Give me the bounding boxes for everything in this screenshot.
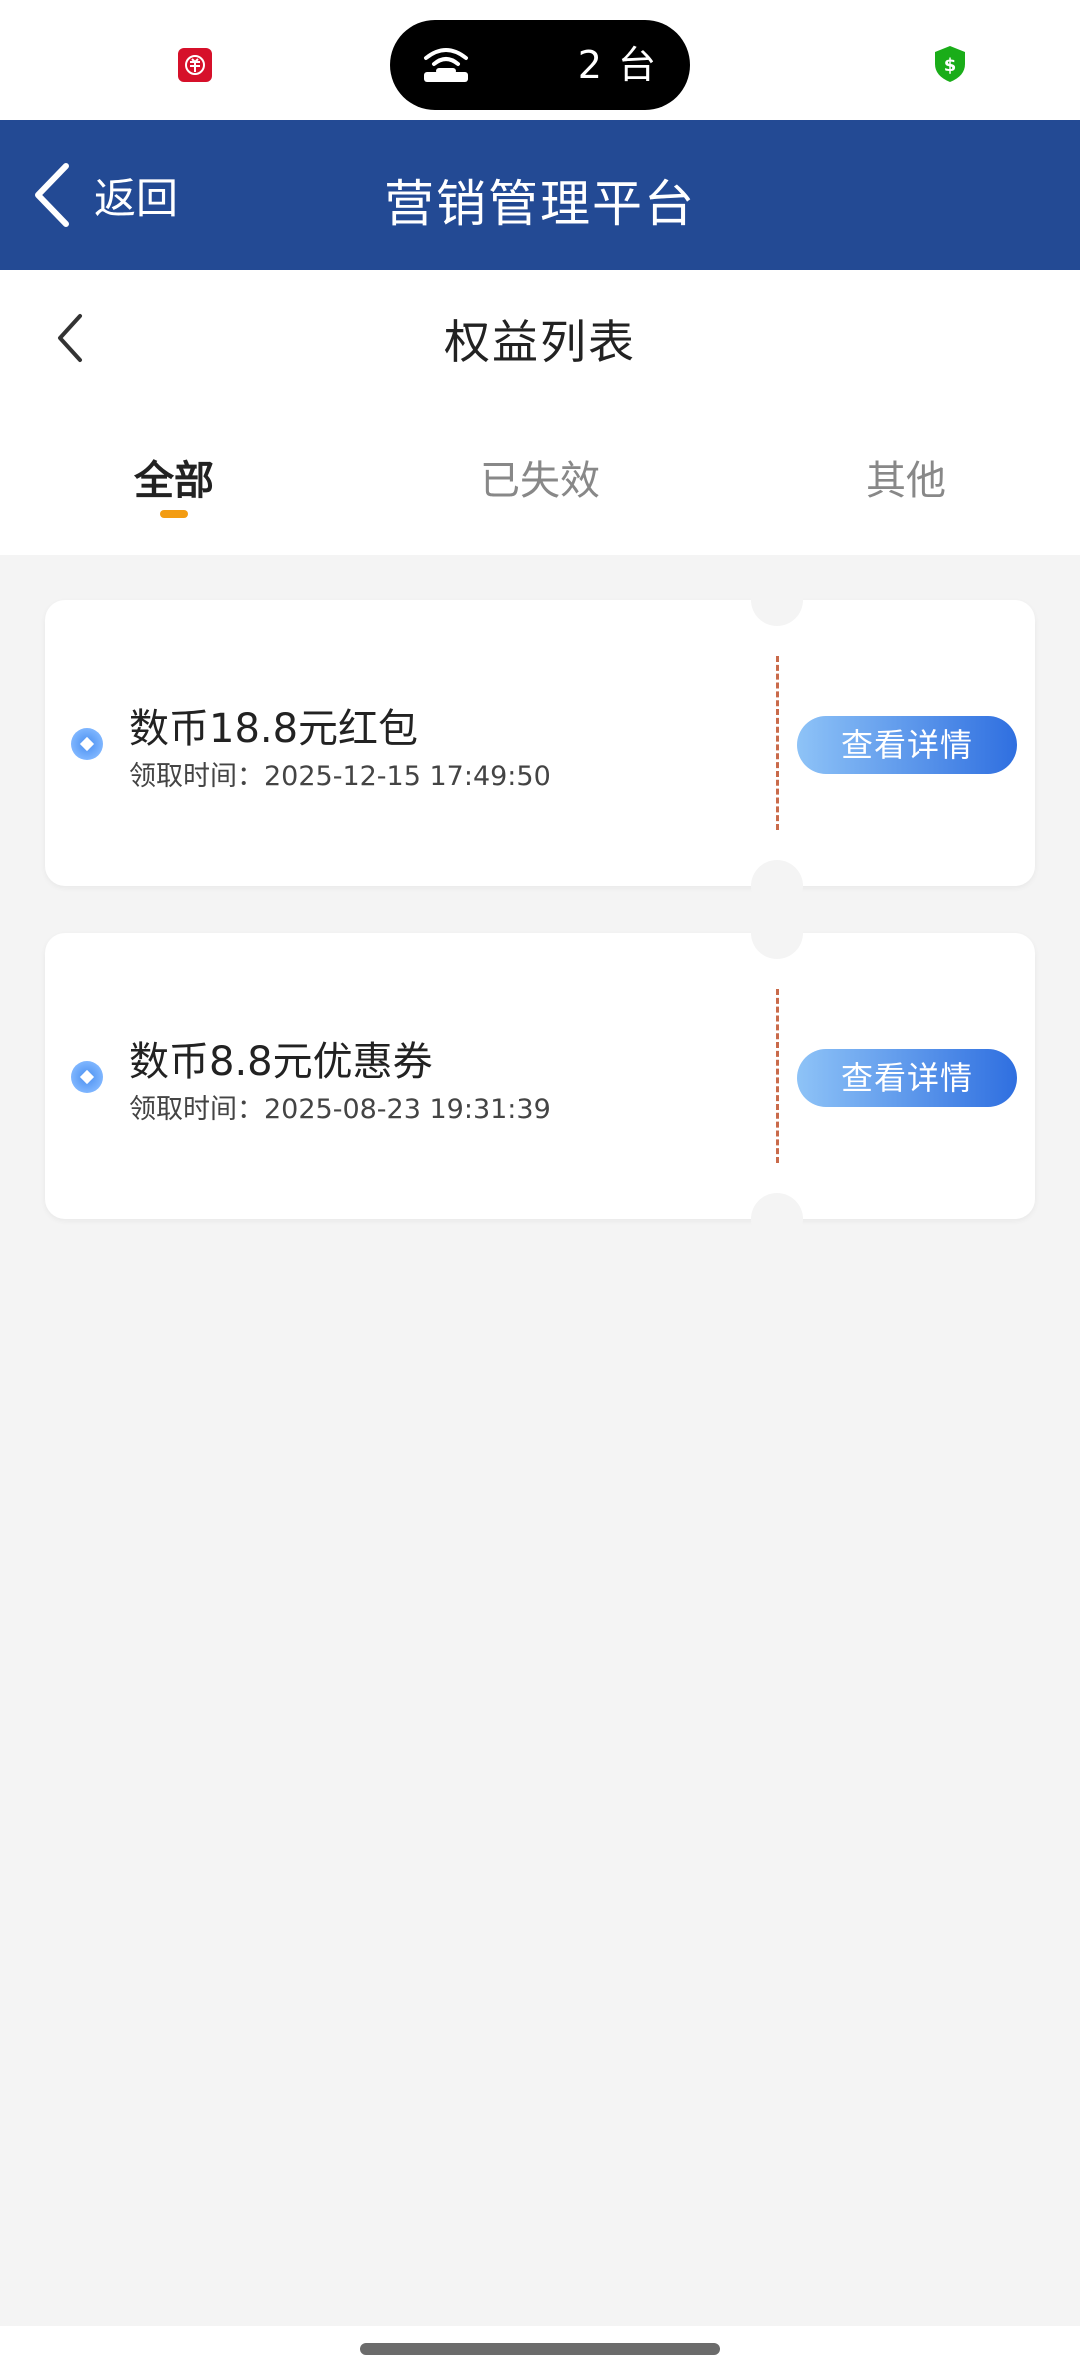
view-details-button[interactable]: 查看详情: [797, 1049, 1017, 1107]
benefit-time: 领取时间：2025-12-15 17:49:50: [129, 761, 551, 792]
benefit-title: 数币8.8元优惠券: [129, 1039, 433, 1085]
screen: 2 台 $ 返回 营销管理平台 权益列表 全部 已失效 其他 数币18.8元红包: [0, 0, 1080, 2376]
tab-all[interactable]: 全部: [54, 448, 294, 506]
tab-expired[interactable]: 已失效: [420, 448, 660, 506]
coin-bullet-icon: [71, 1061, 103, 1093]
wifi-bed-icon: [424, 48, 468, 82]
benefit-card: 数币8.8元优惠券 领取时间：2025-08-23 19:31:39 查看详情: [45, 907, 1035, 1245]
dashed-divider: [776, 989, 779, 1163]
active-tab-indicator: [160, 510, 188, 518]
page-title: 权益列表: [444, 315, 636, 369]
ticket-notch: [751, 1193, 803, 1245]
tab-other[interactable]: 其他: [786, 448, 1026, 506]
benefit-card: 数币18.8元红包 领取时间：2025-12-15 17:49:50 查看详情: [45, 574, 1035, 912]
digital-rmb-icon: [178, 48, 212, 82]
view-details-button[interactable]: 查看详情: [797, 716, 1017, 774]
page-header: 权益列表 全部 已失效 其他: [0, 270, 1080, 555]
security-shield-dollar-icon: $: [935, 46, 965, 82]
status-bar: 2 台 $: [0, 0, 1080, 120]
home-indicator[interactable]: [360, 2343, 720, 2355]
app-header: 返回 营销管理平台: [0, 120, 1080, 270]
ticket-notch: [751, 907, 803, 959]
app-title: 营销管理平台: [384, 175, 696, 233]
benefit-title: 数币18.8元红包: [129, 706, 419, 752]
device-count-label: 2 台: [577, 43, 658, 87]
dashed-divider: [776, 656, 779, 830]
status-pill[interactable]: 2 台: [390, 20, 690, 110]
benefit-time: 领取时间：2025-08-23 19:31:39: [129, 1094, 551, 1125]
svg-text:$: $: [944, 55, 957, 76]
home-indicator-area: [0, 2326, 1080, 2376]
ticket-notch: [751, 860, 803, 912]
ticket-notch: [751, 574, 803, 626]
coin-bullet-icon: [71, 728, 103, 760]
